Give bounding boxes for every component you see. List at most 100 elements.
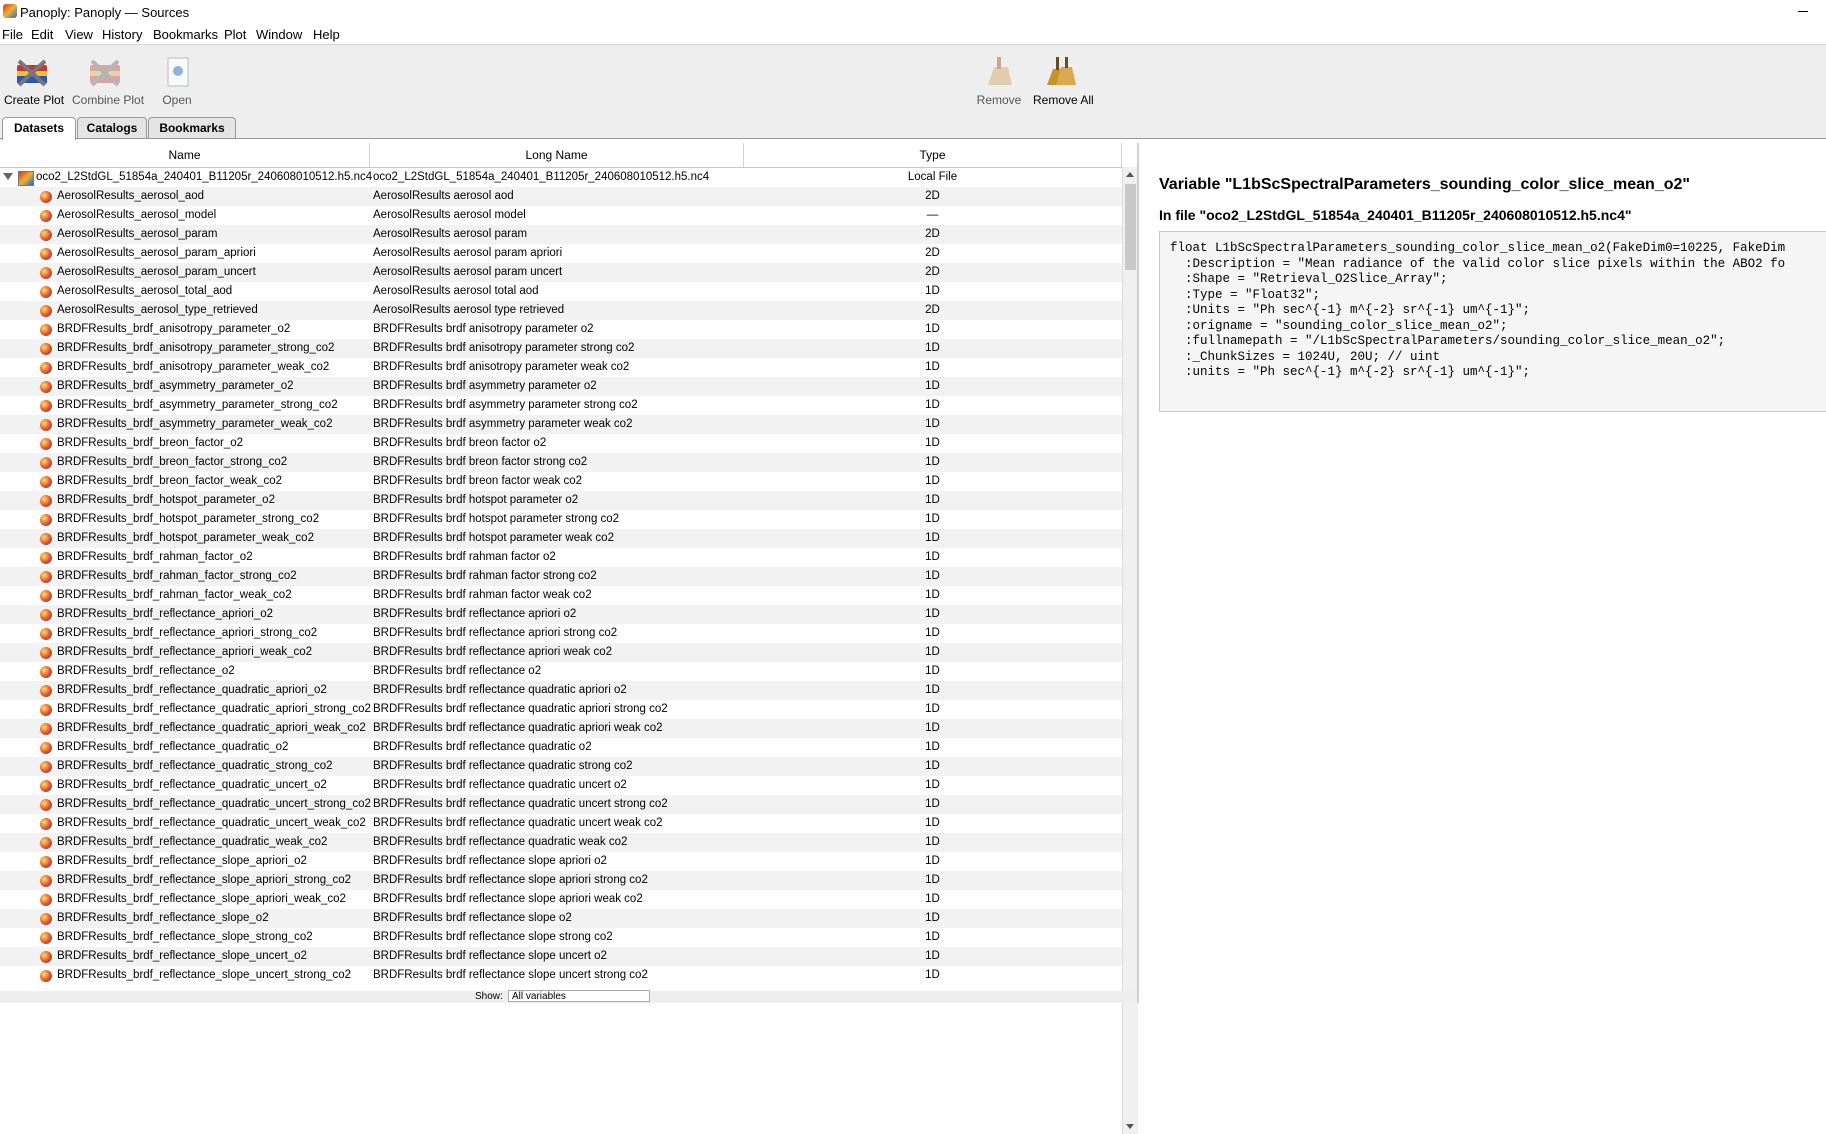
- open-button[interactable]: Open: [160, 55, 194, 107]
- variable-long-name: BRDFResults brdf rahman factor weak co2: [373, 589, 592, 601]
- variable-icon: [40, 191, 52, 203]
- table-row[interactable]: BRDFResults_brdf_reflectance_slope_uncer…: [0, 947, 1122, 966]
- table-row[interactable]: AerosolResults_aerosol_type_retrieved Aer…: [0, 301, 1122, 320]
- variable-type: 1D: [925, 608, 940, 620]
- variable-icon: [40, 780, 52, 792]
- menu-edit[interactable]: Edit: [31, 27, 53, 42]
- table-row[interactable]: BRDFResults_brdf_reflectance_quadratic_w…: [0, 833, 1122, 852]
- window-title: Panoply: Panoply — Sources: [20, 5, 190, 20]
- table-row[interactable]: BRDFResults_brdf_reflectance_quadratic_u…: [0, 814, 1122, 833]
- variable-icon: [40, 951, 52, 963]
- variable-name: BRDFResults_brdf_hotspot_parameter_o2: [57, 494, 275, 506]
- table-row[interactable]: BRDFResults_brdf_anisotropy_parameter_we…: [0, 358, 1122, 377]
- column-header-name[interactable]: Name: [0, 143, 370, 167]
- variable-name: AerosolResults_aerosol_total_aod: [57, 285, 233, 297]
- table-row[interactable]: BRDFResults_brdf_asymmetry_parameter_str…: [0, 396, 1122, 415]
- variable-name: BRDFResults_brdf_reflectance_slope_o2: [57, 912, 269, 924]
- table-row[interactable]: BRDFResults_brdf_reflectance_apriori_wea…: [0, 643, 1122, 662]
- variable-name: BRDFResults_brdf_asymmetry_parameter_wea…: [57, 418, 333, 430]
- table-row[interactable]: BRDFResults_brdf_reflectance_quadratic_u…: [0, 776, 1122, 795]
- menu-file[interactable]: File: [2, 27, 23, 42]
- open-label: Open: [162, 93, 192, 107]
- variable-long-name: BRDFResults brdf hotspot parameter o2: [373, 494, 579, 506]
- table-row[interactable]: BRDFResults_brdf_reflectance_quadratic_u…: [0, 795, 1122, 814]
- table-row[interactable]: BRDFResults_brdf_hotspot_parameter_stron…: [0, 510, 1122, 529]
- variable-long-name: BRDFResults brdf reflectance slope uncer…: [373, 950, 607, 962]
- show-filter-select[interactable]: All variables: [508, 990, 650, 1002]
- variable-icon: [40, 685, 52, 697]
- table-row[interactable]: AerosolResults_aerosol_param_apriori Aero…: [0, 244, 1122, 263]
- remove-button[interactable]: Remove: [976, 55, 1022, 107]
- combine-plot-button[interactable]: Combine Plot: [72, 55, 144, 107]
- table-row[interactable]: BRDFResults_brdf_breon_factor_weak_co2 BR…: [0, 472, 1122, 491]
- table-row[interactable]: BRDFResults_brdf_asymmetry_parameter_o2 B…: [0, 377, 1122, 396]
- menu-window[interactable]: Window: [256, 27, 302, 42]
- tab-datasets[interactable]: Datasets: [2, 117, 76, 140]
- create-plot-button[interactable]: Create Plot: [4, 55, 64, 107]
- menu-history[interactable]: History: [102, 27, 142, 42]
- scroll-up-arrow-icon[interactable]: [1126, 172, 1134, 177]
- table-row[interactable]: BRDFResults_brdf_reflectance_quadratic_s…: [0, 757, 1122, 776]
- table-row[interactable]: BRDFResults_brdf_reflectance_slope_stron…: [0, 928, 1122, 947]
- scroll-down-arrow-icon[interactable]: [1126, 1124, 1134, 1129]
- variable-long-name: BRDFResults brdf reflectance quadratic u…: [373, 798, 668, 810]
- table-row[interactable]: BRDFResults_brdf_reflectance_slope_uncer…: [0, 966, 1122, 985]
- table-row[interactable]: BRDFResults_brdf_reflectance_quadratic_a…: [0, 700, 1122, 719]
- table-row[interactable]: BRDFResults_brdf_rahman_factor_o2 BRDFRes…: [0, 548, 1122, 567]
- variable-name: BRDFResults_brdf_asymmetry_parameter_o2: [57, 380, 294, 392]
- table-row[interactable]: BRDFResults_brdf_breon_factor_o2 BRDFResu…: [0, 434, 1122, 453]
- table-row[interactable]: BRDFResults_brdf_reflectance_apriori_o2 B…: [0, 605, 1122, 624]
- table-row[interactable]: BRDFResults_brdf_anisotropy_parameter_o2…: [0, 320, 1122, 339]
- menu-bookmarks[interactable]: Bookmarks: [153, 27, 218, 42]
- table-row[interactable]: BRDFResults_brdf_breon_factor_strong_co2…: [0, 453, 1122, 472]
- table-row[interactable]: BRDFResults_brdf_hotspot_parameter_o2 BRD…: [0, 491, 1122, 510]
- collapse-arrow-icon[interactable]: [3, 173, 13, 180]
- table-row[interactable]: BRDFResults_brdf_reflectance_slope_aprio…: [0, 852, 1122, 871]
- table-row[interactable]: BRDFResults_brdf_reflectance_slope_aprio…: [0, 890, 1122, 909]
- table-row[interactable]: AerosolResults_aerosol_param AerosolResul…: [0, 225, 1122, 244]
- menu-view[interactable]: View: [65, 27, 93, 42]
- table-row[interactable]: BRDFResults_brdf_rahman_factor_strong_co…: [0, 567, 1122, 586]
- variable-long-name: AerosolResults aerosol param apriori: [373, 247, 563, 259]
- variable-info-panel: Variable "L1bScSpectralParameters_soundi…: [1139, 143, 1826, 1003]
- variable-type: 1D: [925, 760, 940, 772]
- variable-name: BRDFResults_brdf_anisotropy_parameter_o2: [57, 323, 291, 335]
- tab-catalogs[interactable]: Catalogs: [77, 117, 147, 138]
- table-row[interactable]: BRDFResults_brdf_asymmetry_parameter_wea…: [0, 415, 1122, 434]
- cdl-line: float L1bScSpectralParameters_sounding_c…: [1170, 241, 1786, 255]
- variable-name: BRDFResults_brdf_reflectance_quadratic_u…: [57, 779, 327, 791]
- vertical-scrollbar[interactable]: [1122, 167, 1138, 1134]
- column-header-long-name[interactable]: Long Name: [370, 143, 744, 167]
- remove-all-button[interactable]: Remove All: [1033, 55, 1094, 107]
- table-row[interactable]: AerosolResults_aerosol_model AerosolResul…: [0, 206, 1122, 225]
- variable-long-name: BRDFResults brdf anisotropy parameter we…: [373, 361, 630, 373]
- tab-bookmarks[interactable]: Bookmarks: [148, 117, 236, 138]
- variable-long-name: BRDFResults brdf reflectance slope stron…: [373, 931, 613, 943]
- menu-plot[interactable]: Plot: [224, 27, 246, 42]
- variable-icon: [40, 571, 52, 583]
- column-header-type[interactable]: Type: [744, 143, 1122, 167]
- table-row[interactable]: BRDFResults_brdf_reflectance_slope_o2 BRD…: [0, 909, 1122, 928]
- table-row[interactable]: BRDFResults_brdf_reflectance_slope_aprio…: [0, 871, 1122, 890]
- scroll-thumb[interactable]: [1125, 184, 1136, 270]
- variable-long-name: BRDFResults brdf hotspot parameter stron…: [373, 513, 620, 525]
- variable-long-name: BRDFResults brdf breon factor o2: [373, 437, 547, 449]
- variable-type: 1D: [925, 855, 940, 867]
- variable-type: 1D: [925, 874, 940, 886]
- table-row[interactable]: BRDFResults_brdf_hotspot_parameter_weak_…: [0, 529, 1122, 548]
- table-row[interactable]: BRDFResults_brdf_reflectance_apriori_str…: [0, 624, 1122, 643]
- menu-help[interactable]: Help: [313, 27, 340, 42]
- table-row[interactable]: AerosolResults_aerosol_param_uncert Aeros…: [0, 263, 1122, 282]
- table-row[interactable]: BRDFResults_brdf_reflectance_quadratic_a…: [0, 681, 1122, 700]
- table-row[interactable]: BRDFResults_brdf_anisotropy_parameter_st…: [0, 339, 1122, 358]
- dataset-root-row[interactable]: oco2_L2StdGL_51854a_240401_B11205r_24060…: [0, 168, 1122, 187]
- table-row[interactable]: BRDFResults_brdf_reflectance_o2 BRDFResul…: [0, 662, 1122, 681]
- table-row[interactable]: BRDFResults_brdf_rahman_factor_weak_co2 B…: [0, 586, 1122, 605]
- table-row[interactable]: AerosolResults_aerosol_total_aod AerosolR…: [0, 282, 1122, 301]
- variable-icon: [40, 495, 52, 507]
- table-row[interactable]: AerosolResults_aerosol_aod AerosolResults…: [0, 187, 1122, 206]
- variable-icon: [40, 609, 52, 621]
- table-row[interactable]: BRDFResults_brdf_reflectance_quadratic_o…: [0, 738, 1122, 757]
- minimize-icon[interactable]: [1796, 4, 1810, 18]
- table-row[interactable]: BRDFResults_brdf_reflectance_quadratic_a…: [0, 719, 1122, 738]
